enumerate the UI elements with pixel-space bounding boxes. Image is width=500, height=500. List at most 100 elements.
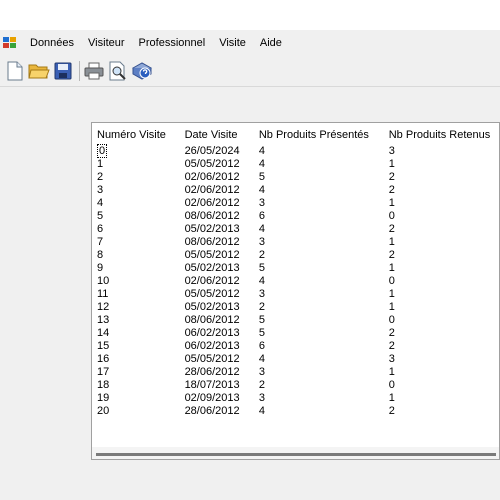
table-row[interactable]: 8 05/05/2012 2 2 (92, 249, 499, 262)
table-row[interactable]: 7 08/06/2012 3 1 (92, 236, 499, 249)
table-cell[interactable]: 1 (384, 366, 499, 379)
table-cell[interactable]: 8 (92, 249, 180, 262)
table-cell[interactable]: 06/02/2013 (180, 340, 254, 353)
table-cell[interactable]: 0 (384, 275, 499, 288)
table-cell[interactable]: 28/06/2012 (180, 366, 254, 379)
table-cell[interactable]: 2 (384, 405, 499, 418)
table-cell[interactable]: 05/05/2012 (180, 249, 254, 262)
table-cell[interactable]: 3 (254, 236, 384, 249)
table-cell[interactable]: 15 (92, 340, 180, 353)
table-cell[interactable]: 1 (384, 262, 499, 275)
table-cell[interactable]: 0 (92, 144, 180, 158)
table-cell[interactable]: 3 (384, 353, 499, 366)
table-cell[interactable]: 02/06/2012 (180, 171, 254, 184)
menu-professionnel[interactable]: Professionnel (132, 34, 213, 52)
table-row[interactable]: 16 05/05/2012 4 3 (92, 353, 499, 366)
table-cell[interactable]: 18 (92, 379, 180, 392)
table-cell[interactable]: 05/05/2012 (180, 353, 254, 366)
table-cell[interactable]: 2 (254, 379, 384, 392)
table-row[interactable]: 6 05/02/2013 4 2 (92, 223, 499, 236)
table-cell[interactable]: 08/06/2012 (180, 314, 254, 327)
table-cell[interactable]: 05/05/2012 (180, 288, 254, 301)
print-icon[interactable] (83, 60, 105, 82)
table-cell[interactable]: 02/06/2012 (180, 197, 254, 210)
table-cell[interactable]: 02/09/2013 (180, 392, 254, 405)
table-cell[interactable]: 5 (254, 262, 384, 275)
table-cell[interactable]: 6 (254, 210, 384, 223)
table-row[interactable]: 14 06/02/2013 5 2 (92, 327, 499, 340)
table-cell[interactable]: 11 (92, 288, 180, 301)
table-cell[interactable]: 2 (384, 327, 499, 340)
table-row[interactable]: 9 05/02/2013 5 1 (92, 262, 499, 275)
table-cell[interactable]: 5 (92, 210, 180, 223)
table-row[interactable]: 12 05/02/2013 2 1 (92, 301, 499, 314)
table-row[interactable]: 10 02/06/2012 4 0 (92, 275, 499, 288)
menu-visite[interactable]: Visite (212, 34, 253, 52)
table-row[interactable]: 1 05/05/2012 4 1 (92, 158, 499, 171)
table-cell[interactable]: 4 (254, 158, 384, 171)
table-row[interactable]: 17 28/06/2012 3 1 (92, 366, 499, 379)
table-cell[interactable]: 1 (384, 288, 499, 301)
table-cell[interactable]: 18/07/2013 (180, 379, 254, 392)
table-cell[interactable]: 5 (254, 171, 384, 184)
table-cell[interactable]: 1 (384, 301, 499, 314)
table-cell[interactable]: 2 (384, 223, 499, 236)
table-cell[interactable]: 4 (92, 197, 180, 210)
table-cell[interactable]: 08/06/2012 (180, 210, 254, 223)
table-cell[interactable]: 2 (254, 249, 384, 262)
table-cell[interactable]: 0 (384, 210, 499, 223)
table-cell[interactable]: 2 (384, 340, 499, 353)
print-preview-icon[interactable] (107, 60, 129, 82)
table-cell[interactable]: 4 (254, 184, 384, 197)
table-row[interactable]: 13 08/06/2012 5 0 (92, 314, 499, 327)
table-cell[interactable]: 6 (92, 223, 180, 236)
table-cell[interactable]: 9 (92, 262, 180, 275)
table-cell[interactable]: 05/02/2013 (180, 301, 254, 314)
menu-aide[interactable]: Aide (253, 34, 289, 52)
scrollbar-thumb[interactable] (96, 453, 496, 456)
table-row[interactable]: 11 05/05/2012 3 1 (92, 288, 499, 301)
table-row[interactable]: 3 02/06/2012 4 2 (92, 184, 499, 197)
table-cell[interactable]: 3 (384, 145, 499, 158)
table-cell[interactable]: 3 (254, 197, 384, 210)
table-cell[interactable]: 02/06/2012 (180, 275, 254, 288)
new-document-icon[interactable] (4, 60, 26, 82)
table-cell[interactable]: 2 (384, 171, 499, 184)
table-cell[interactable]: 7 (92, 236, 180, 249)
table-cell[interactable]: 26/05/2024 (180, 145, 254, 158)
column-header[interactable]: Nb Produits Présentés (254, 125, 384, 145)
horizontal-scrollbar[interactable] (92, 447, 499, 459)
table-cell[interactable]: 2 (254, 301, 384, 314)
table-cell[interactable]: 1 (384, 392, 499, 405)
table-cell[interactable]: 08/06/2012 (180, 236, 254, 249)
table-cell[interactable]: 4 (254, 223, 384, 236)
table-cell[interactable]: 5 (254, 314, 384, 327)
table-row[interactable]: 4 02/06/2012 3 1 (92, 197, 499, 210)
table-row[interactable]: 5 08/06/2012 6 0 (92, 210, 499, 223)
menu-visiteur[interactable]: Visiteur (81, 34, 131, 52)
table-cell[interactable]: 2 (384, 184, 499, 197)
table-cell[interactable]: 0 (384, 379, 499, 392)
table-cell[interactable]: 6 (254, 340, 384, 353)
help-icon[interactable] (131, 60, 153, 82)
visits-grid[interactable]: Numéro Visite Date Visite Nb Produits Prés… (91, 122, 500, 460)
table-cell[interactable]: 3 (254, 366, 384, 379)
open-folder-icon[interactable] (28, 60, 50, 82)
table-row[interactable]: 19 02/09/2013 3 1 (92, 392, 499, 405)
table-cell[interactable]: 4 (254, 145, 384, 158)
column-header[interactable]: Numéro Visite (92, 125, 180, 145)
table-cell[interactable]: 06/02/2013 (180, 327, 254, 340)
table-cell[interactable]: 4 (254, 405, 384, 418)
table-cell[interactable]: 16 (92, 353, 180, 366)
column-header[interactable]: Nb Produits Retenus (384, 125, 499, 145)
table-cell[interactable]: 17 (92, 366, 180, 379)
table-cell[interactable]: 4 (254, 353, 384, 366)
table-row[interactable]: 2 02/06/2012 5 2 (92, 171, 499, 184)
table-cell[interactable]: 05/02/2013 (180, 262, 254, 275)
table-cell[interactable]: 19 (92, 392, 180, 405)
table-row[interactable]: 0 26/05/2024 4 3 (92, 144, 499, 158)
table-row[interactable]: 18 18/07/2013 2 0 (92, 379, 499, 392)
menu-donnees[interactable]: Données (23, 34, 81, 52)
table-cell[interactable]: 02/06/2012 (180, 184, 254, 197)
table-cell[interactable]: 2 (92, 171, 180, 184)
